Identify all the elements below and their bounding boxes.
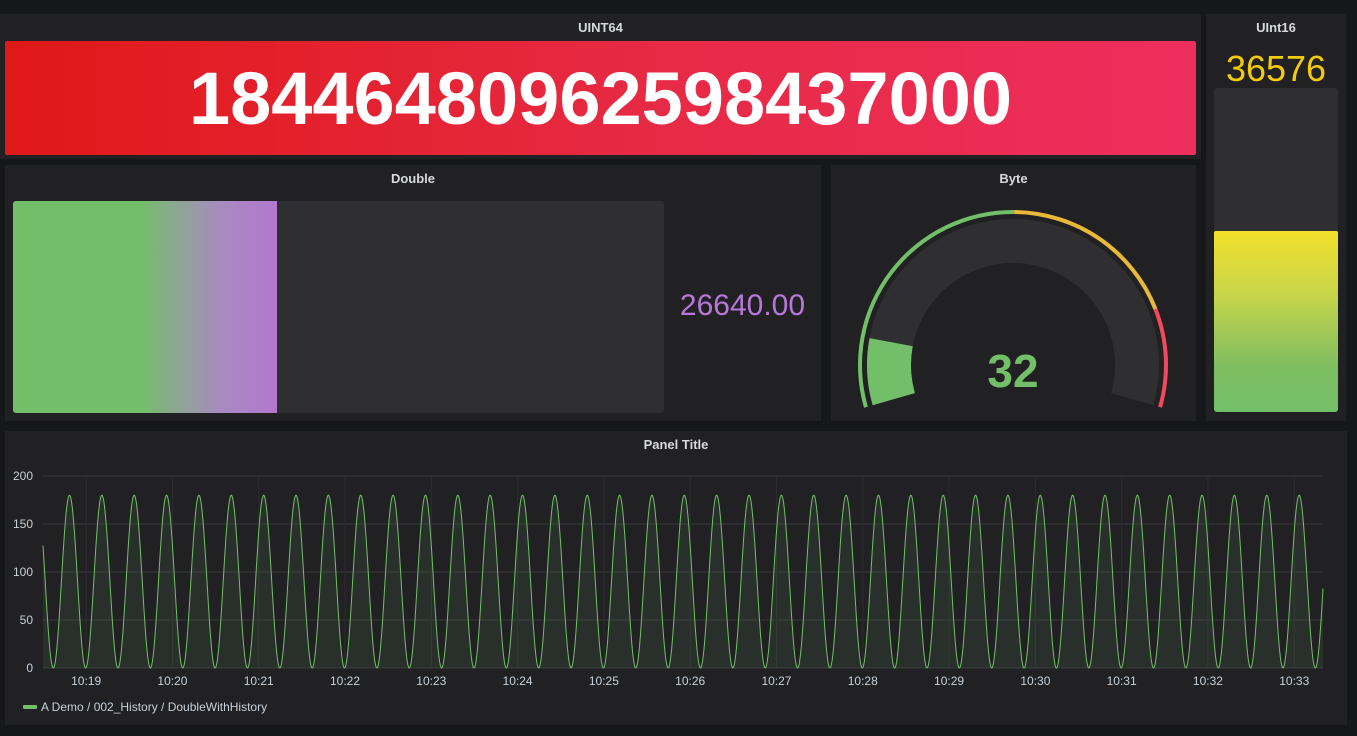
uint16-panel-title[interactable]: UInt16 <box>1206 20 1346 36</box>
uint16-bar-track <box>1214 88 1338 412</box>
x-tick-label-7: 10:26 <box>675 674 705 688</box>
x-tick-label-11: 10:30 <box>1020 674 1050 688</box>
uint64-panel-title[interactable]: UINT64 <box>0 20 1201 36</box>
x-tick-label-12: 10:31 <box>1107 674 1137 688</box>
cursor-mark: ` <box>185 0 188 6</box>
y-tick-label-3: 150 <box>13 517 33 531</box>
uint64-panel[interactable]: UINT64 18446480962598437000 <box>0 14 1201 159</box>
legend-item[interactable]: A Demo / 002_History / DoubleWithHistory <box>23 700 267 714</box>
x-tick-label-0: 10:19 <box>71 674 101 688</box>
x-tick-label-6: 10:25 <box>589 674 619 688</box>
byte-gauge-fill <box>867 338 915 406</box>
double-panel[interactable]: Double 26640.00 <box>5 165 821 421</box>
x-tick-label-13: 10:32 <box>1193 674 1223 688</box>
x-tick-label-4: 10:23 <box>416 674 446 688</box>
uint16-value: 36576 <box>1225 48 1327 89</box>
x-tick-label-1: 10:20 <box>157 674 187 688</box>
uint16-panel[interactable]: UInt16 36576 <box>1206 14 1346 421</box>
uint16-bar-fill <box>1214 230 1338 412</box>
x-tick-label-2: 10:21 <box>244 674 274 688</box>
uint64-stat-background: 18446480962598437000 <box>5 41 1196 155</box>
x-tick-label-9: 10:28 <box>848 674 878 688</box>
timeseries-panel[interactable]: Panel Title 0 50 100 150 200 10:19 10:20 10:21 1… <box>5 431 1347 725</box>
x-tick-label-3: 10:22 <box>330 674 360 688</box>
legend-label: A Demo / 002_History / DoubleWithHistory <box>41 700 268 714</box>
byte-panel[interactable]: Byte 32 <box>831 165 1196 421</box>
byte-gauge-value: 32 <box>987 345 1038 397</box>
uint64-stat-value: 18446480962598437000 <box>188 56 1013 140</box>
x-tick-label-10: 10:29 <box>934 674 964 688</box>
legend-color-swatch <box>23 705 37 709</box>
x-tick-label-5: 10:24 <box>503 674 533 688</box>
double-panel-title[interactable]: Double <box>5 171 821 187</box>
x-tick-label-8: 10:27 <box>761 674 791 688</box>
double-bar-fill <box>13 201 278 413</box>
double-bar-track <box>13 201 664 413</box>
byte-gauge: 32 <box>858 210 1168 408</box>
y-tick-label-1: 50 <box>20 613 34 627</box>
y-tick-label-4: 200 <box>13 469 33 483</box>
double-value: 26640.00 <box>679 289 806 322</box>
timeseries-chart[interactable]: 0 50 100 150 200 10:19 10:20 10:21 10:22 10:23 10:… <box>5 431 1347 725</box>
y-tick-label-0: 0 <box>26 661 33 675</box>
x-tick-label-14: 10:33 <box>1279 674 1309 688</box>
y-tick-label-2: 100 <box>13 565 33 579</box>
